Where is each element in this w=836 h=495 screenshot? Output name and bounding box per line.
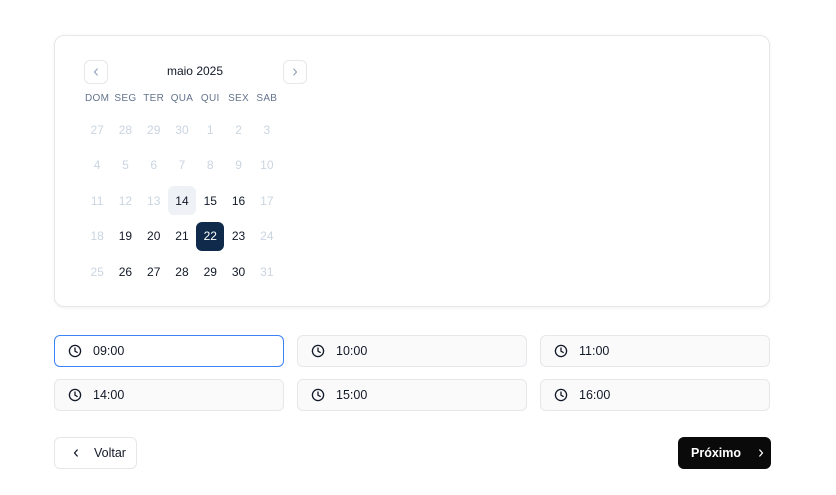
time-slot-label: 15:00 <box>336 388 368 402</box>
calendar-day[interactable]: 20 <box>140 222 168 251</box>
time-slot-label: 10:00 <box>336 344 368 358</box>
weekday-header: DOM SEG TER QUA QUI SEX SAB <box>83 93 281 107</box>
weekday-label: SEX <box>228 93 249 104</box>
back-button-label: Voltar <box>94 446 126 460</box>
calendar-day[interactable]: 28 <box>168 257 196 286</box>
time-slot-label: 09:00 <box>93 344 125 358</box>
week-row: 11 12 13 14 15 16 17 <box>83 183 281 219</box>
week-row: 4 5 6 7 8 9 10 <box>83 148 281 184</box>
week-row: 25 26 27 28 29 30 31 <box>83 254 281 290</box>
next-month-button[interactable] <box>283 60 307 84</box>
weekday-label: QUI <box>200 93 220 104</box>
clock-icon <box>68 388 82 402</box>
next-button-label: Próximo <box>691 446 742 460</box>
calendar-day: 25 <box>90 264 104 279</box>
weekday-label: SEG <box>114 93 137 104</box>
calendar-day: 6 <box>150 158 158 173</box>
calendar-day: 1 <box>206 122 214 137</box>
calendar-day: 13 <box>147 193 161 208</box>
next-button[interactable]: Próximo <box>678 437 771 469</box>
time-slot-selected[interactable]: 09:00 <box>54 335 284 367</box>
time-slot-label: 14:00 <box>93 388 125 402</box>
weekday-label: DOM <box>85 93 110 104</box>
calendar-day: 17 <box>260 193 274 208</box>
calendar-day: 31 <box>260 264 274 279</box>
calendar-day: 2 <box>235 122 242 137</box>
clock-icon <box>311 388 325 402</box>
weekday-label: TER <box>143 93 165 104</box>
calendar-card: maio 2025 DOM SEG TER QUA QUI SEX SAB 27 28 29 30… <box>54 35 770 307</box>
week-row: 27 28 29 30 1 2 3 <box>83 112 281 148</box>
month-label: maio 2025 <box>166 64 224 78</box>
calendar-day[interactable]: 15 <box>196 186 224 215</box>
time-slot-label: 16:00 <box>579 388 611 402</box>
chevron-right-icon <box>756 448 766 458</box>
time-slot[interactable]: 14:00 <box>54 379 284 411</box>
clock-icon <box>311 344 325 358</box>
calendar: maio 2025 DOM SEG TER QUA QUI SEX SAB 27 28 29 30… <box>83 60 307 290</box>
day-grid: 27 28 29 30 1 2 3 4 5 6 7 8 9 10 11 12 13 14 15 16 17 18 19 20 2… <box>83 112 281 290</box>
calendar-day: 27 <box>90 122 104 137</box>
time-slot[interactable]: 15:00 <box>297 379 527 411</box>
calendar-day[interactable]: 26 <box>111 257 139 286</box>
calendar-day[interactable]: 16 <box>224 186 252 215</box>
calendar-day[interactable]: 23 <box>224 222 252 251</box>
calendar-day[interactable]: 19 <box>111 222 139 251</box>
calendar-day: 5 <box>122 158 129 173</box>
weekday-label: SAB <box>256 93 278 104</box>
calendar-day: 7 <box>178 158 186 173</box>
calendar-day: 29 <box>147 122 161 137</box>
week-row: 18 19 20 21 22 23 24 <box>83 219 281 255</box>
time-slot[interactable]: 11:00 <box>540 335 770 367</box>
calendar-day: 24 <box>260 229 274 244</box>
calendar-day[interactable]: 30 <box>224 257 252 286</box>
calendar-day: 10 <box>260 158 274 173</box>
calendar-day[interactable]: 21 <box>168 222 196 251</box>
calendar-day: 30 <box>175 122 189 137</box>
calendar-day: 4 <box>93 158 101 173</box>
chevron-left-icon <box>71 448 81 458</box>
calendar-day: 8 <box>206 158 214 173</box>
chevron-right-icon <box>293 68 298 76</box>
calendar-day: 3 <box>263 122 271 137</box>
weekday-label: QUA <box>170 93 194 104</box>
clock-icon <box>68 344 82 358</box>
calendar-day: 9 <box>235 158 242 173</box>
clock-icon <box>554 388 568 402</box>
time-slot[interactable]: 16:00 <box>540 379 770 411</box>
calendar-day: 11 <box>90 193 104 208</box>
calendar-day-selected[interactable]: 22 <box>196 221 225 251</box>
calendar-day: 12 <box>118 193 133 208</box>
back-button[interactable]: Voltar <box>54 437 137 469</box>
calendar-day: 18 <box>90 229 104 244</box>
calendar-day[interactable]: 27 <box>140 257 168 286</box>
time-slot-label: 11:00 <box>579 344 610 358</box>
calendar-day-today[interactable]: 14 <box>167 186 197 216</box>
clock-icon <box>554 344 568 358</box>
calendar-header: maio 2025 <box>83 60 307 84</box>
calendar-day[interactable]: 29 <box>196 257 224 286</box>
time-slot[interactable]: 10:00 <box>297 335 527 367</box>
calendar-day: 28 <box>118 122 133 137</box>
